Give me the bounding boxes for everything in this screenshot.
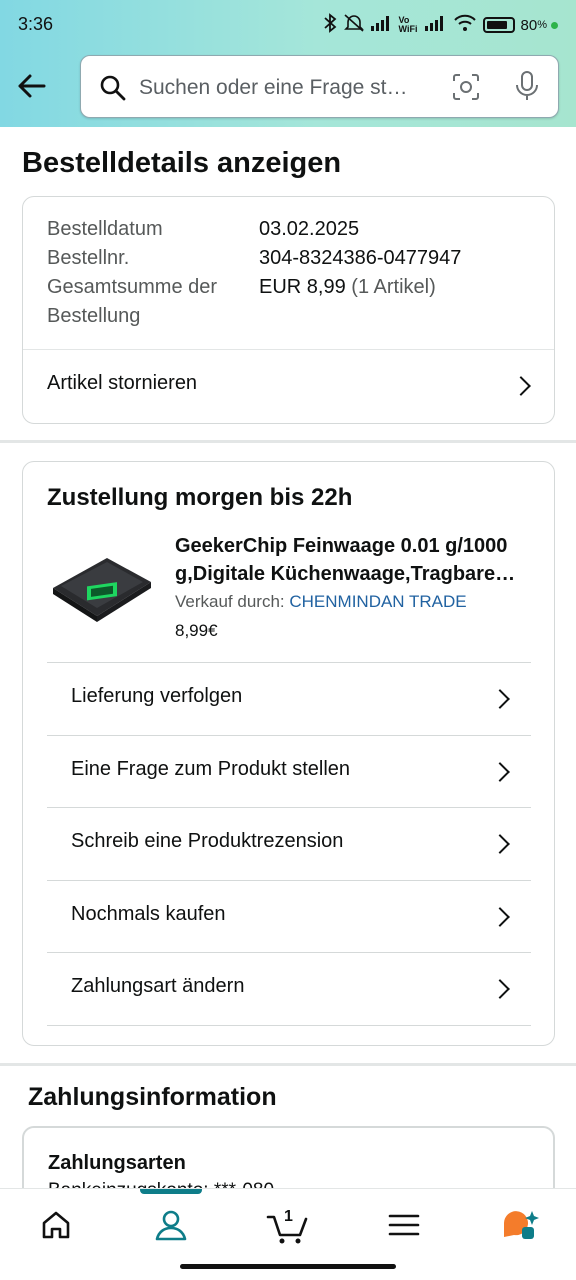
order-total-label: Gesamtsumme der Bestellung — [47, 276, 218, 327]
person-icon — [155, 1210, 187, 1241]
bluetooth-icon — [323, 13, 337, 37]
app-header: 3:36 Vo WiFi 80% Suchen oder eine Frage … — [0, 0, 576, 127]
nav-home[interactable] — [36, 1205, 76, 1245]
order-summary-card: Bestelldatum 03.02.2025 Bestellnr. 304-8… — [22, 196, 555, 424]
assistant-chat-icon — [504, 1211, 539, 1239]
status-time: 3:36 — [18, 14, 54, 34]
chevron-right-icon — [511, 376, 531, 396]
chevron-right-icon — [490, 907, 510, 927]
microphone-icon[interactable] — [513, 70, 541, 107]
cart-count-badge: 1 — [284, 1208, 293, 1225]
nav-menu[interactable] — [384, 1205, 424, 1245]
product-price: 8,99€ — [175, 621, 218, 640]
signal-icon — [370, 15, 393, 35]
delivery-heading: Zustellung morgen bis 22h — [47, 484, 353, 511]
payment-methods-label: Zahlungsarten — [48, 1152, 186, 1174]
order-date-value: 03.02.2025 — [259, 218, 360, 240]
change-payment-label: Zahlungsart ändern — [71, 975, 245, 997]
seller-link[interactable]: CHENMINDAN TRADE — [289, 592, 466, 611]
chevron-right-icon — [490, 979, 510, 999]
nav-rufus[interactable] — [500, 1205, 540, 1245]
page-title: Bestelldetails anzeigen — [22, 147, 342, 179]
order-date-label: Bestelldatum — [47, 218, 163, 240]
active-tab-indicator — [140, 1189, 202, 1194]
buy-again-label: Nochmals kaufen — [71, 903, 226, 925]
cancel-item-row[interactable]: Artikel stornieren — [23, 349, 554, 424]
charging-dot-icon — [551, 21, 558, 29]
battery-level: 80 — [520, 16, 538, 34]
chevron-right-icon — [490, 689, 510, 709]
hamburger-menu-icon — [388, 1214, 420, 1236]
order-total-value: EUR 8,99 — [259, 276, 346, 298]
ask-question-label: Eine Frage zum Produkt stellen — [71, 758, 351, 780]
change-payment-row[interactable]: Zahlungsart ändern — [47, 952, 531, 1025]
track-delivery-label: Lieferung verfolgen — [71, 685, 243, 707]
buy-again-row[interactable]: Nochmals kaufen — [47, 880, 531, 953]
battery-icon — [482, 17, 515, 33]
order-total: EUR 8,99 (1 Artikel) — [259, 273, 436, 302]
product-image[interactable] — [47, 540, 157, 630]
mute-icon — [343, 13, 365, 37]
signal-icon-2 — [424, 15, 447, 35]
vowifi-label: Vo WiFi — [398, 15, 418, 34]
cancel-item-label: Artikel stornieren — [47, 372, 198, 394]
search-bar[interactable]: Suchen oder eine Frage st… — [80, 55, 559, 118]
search-icon — [99, 74, 127, 107]
order-item-count: (1 Artikel) — [351, 276, 436, 298]
status-icons: Vo WiFi 80% — [323, 12, 558, 38]
actions-divider — [47, 1025, 531, 1026]
order-number-value: 304-8324386-0477947 — [259, 247, 462, 269]
product-title[interactable]: GeekerChip Feinwaage 0.01 g/1000 g,Digit… — [175, 532, 535, 588]
delivery-card: Zustellung morgen bis 22h GeekerChip Fei… — [22, 461, 555, 1046]
order-number-label: Bestellnr. — [47, 247, 130, 269]
section-divider — [0, 1063, 576, 1066]
section-divider — [0, 440, 576, 443]
chevron-right-icon — [490, 834, 510, 854]
chevron-right-icon — [490, 762, 510, 782]
write-review-row[interactable]: Schreib eine Produktrezension — [47, 807, 531, 880]
seller-prefix: Verkauf durch: — [175, 592, 285, 611]
ask-question-row[interactable]: Eine Frage zum Produkt stellen — [47, 735, 531, 808]
payment-heading: Zahlungsinformation — [28, 1083, 277, 1111]
write-review-label: Schreib eine Produktrezension — [71, 830, 344, 852]
track-delivery-row[interactable]: Lieferung verfolgen — [47, 662, 531, 735]
nav-account[interactable] — [151, 1205, 191, 1245]
search-input[interactable]: Suchen oder eine Frage st… — [139, 76, 439, 100]
status-bar: 3:36 Vo WiFi 80% — [0, 0, 576, 50]
arrow-left-icon — [18, 74, 46, 98]
gesture-handle[interactable] — [180, 1264, 396, 1269]
wifi-icon — [453, 14, 477, 36]
camera-lens-icon[interactable] — [451, 72, 481, 107]
back-button[interactable] — [14, 68, 50, 104]
seller-info: Verkauf durch: CHENMINDAN TRADE — [175, 592, 467, 612]
home-icon — [42, 1211, 70, 1239]
